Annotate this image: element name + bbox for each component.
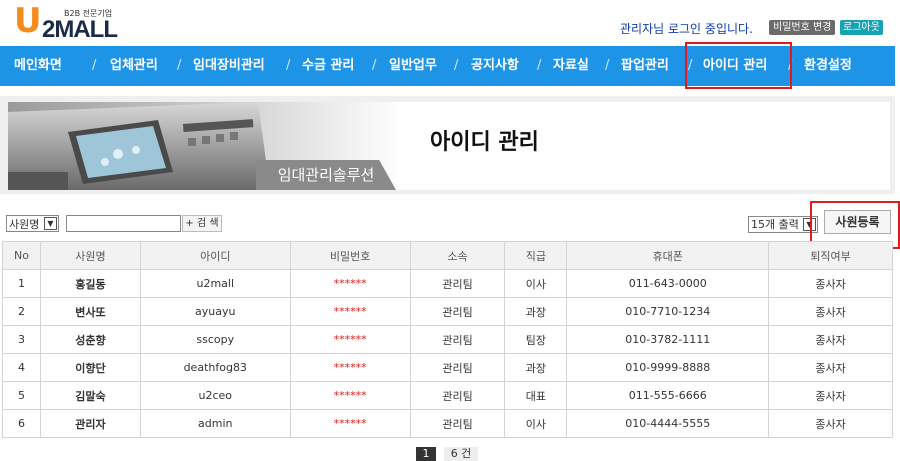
- col-header-status[interactable]: 퇴직여부: [768, 241, 893, 270]
- nav-separator: /: [454, 58, 459, 73]
- search-field-value: 사원명: [9, 218, 40, 231]
- cell-phone: 010-4444-5555: [566, 409, 770, 438]
- nav-item-general-work[interactable]: 일반업무: [389, 46, 437, 86]
- cell-no: 5: [2, 381, 41, 410]
- cell-rank: 팀장: [504, 325, 568, 354]
- cell-id: admin: [139, 409, 291, 438]
- cell-id: u2mall: [139, 269, 291, 298]
- cell-department: 관리팀: [409, 297, 506, 326]
- cell-name[interactable]: 이향단: [39, 353, 141, 382]
- nav-item-popup[interactable]: 팝업관리: [621, 46, 669, 86]
- nav-item-collection[interactable]: 수금 관리: [302, 46, 354, 86]
- nav-separator: /: [92, 58, 97, 73]
- cell-rank: 대표: [504, 381, 568, 410]
- cell-id: u2ceo: [139, 381, 291, 410]
- logo[interactable]: U B2B 전문기업 2MALL: [6, 1, 136, 43]
- page-size-select[interactable]: 15개 출력 ▼: [748, 216, 818, 233]
- nav-item-archive[interactable]: 자료실: [553, 46, 589, 86]
- cell-id: ayuayu: [139, 297, 291, 326]
- page-size-value: 15개 출력: [751, 218, 799, 231]
- cell-rank: 과장: [504, 353, 568, 382]
- table-row[interactable]: 1 홍길동 u2mall ****** 관리팀 이사 011-643-0000 …: [2, 269, 893, 298]
- cell-name[interactable]: 홍길동: [39, 269, 141, 298]
- cell-password: ******: [289, 269, 411, 298]
- cell-name[interactable]: 변사또: [39, 297, 141, 326]
- cell-status: 종사자: [768, 353, 893, 382]
- cell-phone: 011-555-6666: [566, 381, 770, 410]
- cell-phone: 011-643-0000: [566, 269, 770, 298]
- cell-password: ******: [289, 325, 411, 354]
- cell-department: 관리팀: [409, 409, 506, 438]
- cell-name[interactable]: 성춘향: [39, 325, 141, 354]
- change-password-button[interactable]: 비밀번호 변경: [769, 20, 836, 35]
- cell-name[interactable]: 김말숙: [39, 381, 141, 410]
- nav-item-rental-equipment[interactable]: 임대장비관리: [193, 46, 265, 86]
- cell-no: 2: [2, 297, 41, 326]
- login-status: 관리자님 로그인 중입니다.: [620, 22, 753, 36]
- cell-phone: 010-9999-8888: [566, 353, 770, 382]
- cell-department: 관리팀: [409, 269, 506, 298]
- cell-department: 관리팀: [409, 325, 506, 354]
- cell-name[interactable]: 관리자: [39, 409, 141, 438]
- nav-separator: /: [372, 58, 377, 73]
- nav-item-main[interactable]: 메인화면: [14, 46, 62, 86]
- nav-separator: /: [286, 58, 291, 73]
- table-row[interactable]: 3 성춘향 sscopy ****** 관리팀 팀장 010-3782-1111…: [2, 325, 893, 354]
- cell-status: 종사자: [768, 409, 893, 438]
- cell-id: deathfog83: [139, 353, 291, 382]
- logo-u-mark: U: [14, 1, 42, 41]
- nav-item-settings[interactable]: 환경설정: [804, 46, 852, 86]
- nav-separator: /: [177, 58, 182, 73]
- col-header-department[interactable]: 소속: [409, 241, 506, 270]
- cell-department: 관리팀: [409, 381, 506, 410]
- logout-button[interactable]: 로그아웃: [840, 20, 883, 35]
- col-header-rank[interactable]: 직급: [504, 241, 568, 270]
- table-row[interactable]: 4 이향단 deathfog83 ****** 관리팀 과장 010-9999-…: [2, 353, 893, 382]
- employee-table: No 사원명 아이디 비밀번호 소속 직급 휴대폰 퇴직여부 1 홍길동 u2m…: [2, 241, 893, 438]
- search-field-select[interactable]: 사원명 ▼: [6, 215, 59, 232]
- page-title: 아이디 관리: [430, 130, 539, 155]
- chevron-down-icon: ▼: [44, 217, 57, 230]
- nav-separator: /: [605, 58, 610, 73]
- cell-status: 종사자: [768, 269, 893, 298]
- total-count: 6 건: [444, 447, 478, 461]
- col-header-id[interactable]: 아이디: [139, 241, 291, 270]
- col-header-no[interactable]: No: [2, 241, 41, 270]
- banner-tag: 임대관리솔루션: [256, 160, 396, 190]
- cell-phone: 010-7710-1234: [566, 297, 770, 326]
- cell-status: 종사자: [768, 325, 893, 354]
- table-row[interactable]: 5 김말숙 u2ceo ****** 관리팀 대표 011-555-6666 종…: [2, 381, 893, 410]
- logo-text: 2MALL: [42, 16, 118, 43]
- col-header-name[interactable]: 사원명: [39, 241, 141, 270]
- highlight-box-nav: [685, 42, 792, 89]
- nav-separator: /: [537, 58, 542, 73]
- page-current[interactable]: 1: [416, 447, 436, 461]
- cell-no: 1: [2, 269, 41, 298]
- search-input[interactable]: [66, 215, 181, 232]
- col-header-phone[interactable]: 휴대폰: [566, 241, 770, 270]
- table-header-row: No 사원명 아이디 비밀번호 소속 직급 휴대폰 퇴직여부: [2, 241, 893, 270]
- nav-item-company[interactable]: 업체관리: [110, 46, 158, 86]
- col-header-password[interactable]: 비밀번호: [289, 241, 411, 270]
- cell-status: 종사자: [768, 381, 893, 410]
- cell-no: 3: [2, 325, 41, 354]
- cell-password: ******: [289, 297, 411, 326]
- cell-no: 6: [2, 409, 41, 438]
- cell-department: 관리팀: [409, 353, 506, 382]
- table-row[interactable]: 2 변사또 ayuayu ****** 관리팀 과장 010-7710-1234…: [2, 297, 893, 326]
- cell-rank: 이사: [504, 409, 568, 438]
- nav-item-notice[interactable]: 공지사항: [471, 46, 519, 86]
- table-row[interactable]: 6 관리자 admin ****** 관리팀 이사 010-4444-5555 …: [2, 409, 893, 438]
- cell-phone: 010-3782-1111: [566, 325, 770, 354]
- cell-password: ******: [289, 353, 411, 382]
- cell-rank: 이사: [504, 269, 568, 298]
- cell-no: 4: [2, 353, 41, 382]
- cell-password: ******: [289, 381, 411, 410]
- cell-password: ******: [289, 409, 411, 438]
- cell-status: 종사자: [768, 297, 893, 326]
- cell-rank: 과장: [504, 297, 568, 326]
- cell-id: sscopy: [139, 325, 291, 354]
- search-button[interactable]: + 검 색: [182, 215, 222, 232]
